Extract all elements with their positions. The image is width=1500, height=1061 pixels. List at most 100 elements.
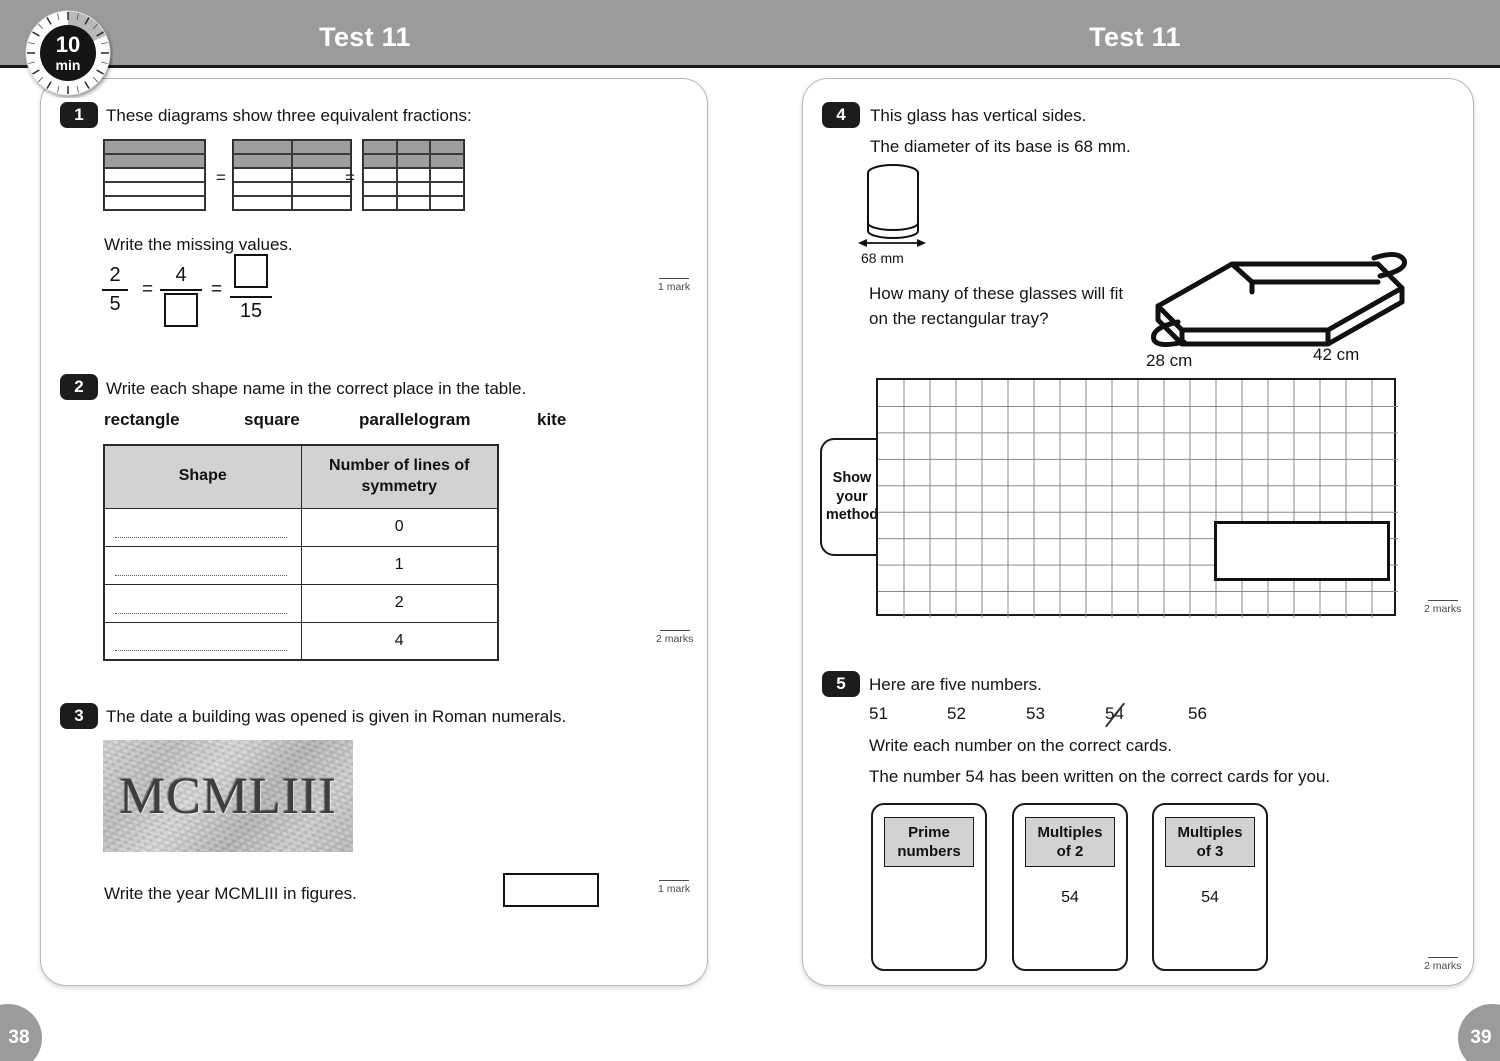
timer-value: 10 — [56, 32, 80, 57]
card-prime-numbers[interactable]: Prime numbers — [871, 803, 987, 971]
card-3-title-line1: Multiples — [1177, 824, 1243, 841]
worksheet-spread: Test 11 Test 11 10 min 1 These diagrams … — [0, 0, 1500, 1061]
table-row: 4 — [103, 621, 499, 661]
number-52: 52 — [947, 704, 966, 723]
glass-illustration — [862, 163, 924, 246]
fraction-cell — [363, 182, 397, 196]
card-1-title-line1: Prime — [908, 824, 950, 841]
fraction-diagram-equals-2: = — [345, 168, 355, 187]
number-51: 51 — [869, 704, 888, 723]
question-1-prompt: These diagrams show three equivalent fra… — [106, 106, 472, 125]
fraction-1: 2 5 — [102, 264, 128, 316]
question-5-instruction-2: The number 54 has been written on the co… — [869, 767, 1331, 786]
symmetry-lines-4: 4 — [300, 621, 499, 661]
page-number-right: 39 — [1458, 1004, 1500, 1061]
method-tab-line2: your — [836, 488, 868, 505]
fraction-equals-1: = — [142, 279, 154, 300]
question-5-prompt: Here are five numbers. — [869, 675, 1042, 694]
fraction-cell — [292, 182, 351, 196]
fraction-cell — [396, 196, 431, 210]
card-multiples-of-2-value: 54 — [1061, 889, 1079, 906]
fraction-cell — [233, 182, 292, 196]
question-4-ask-line2: on the rectangular tray? — [869, 309, 1049, 328]
page-number-left: 38 — [0, 1004, 42, 1061]
fraction-3-numerator-box[interactable] — [230, 254, 272, 294]
table-row: 2 — [103, 583, 499, 623]
fraction-cell — [104, 154, 205, 168]
question-4-answer-box[interactable] — [1214, 521, 1390, 581]
fraction-1-bar — [102, 289, 128, 291]
card-2-title-line2: of 2 — [1056, 843, 1084, 861]
timer-badge-icon: 10 min — [23, 8, 113, 98]
fraction-cell — [363, 168, 397, 182]
timer-unit: min — [56, 57, 81, 73]
shape-answer-blank-4[interactable] — [103, 621, 302, 661]
question-1-number: 1 — [60, 102, 98, 128]
card-prime-numbers-title: Prime numbers — [884, 817, 974, 868]
question-4-line1: This glass has vertical sides. — [870, 106, 1087, 125]
shape-word-rectangle: rectangle — [104, 410, 180, 429]
left-page-title: Test 11 — [319, 22, 411, 52]
question-1-marks: 1 mark — [658, 278, 690, 293]
question-2-marks: 2 marks — [656, 630, 693, 645]
symmetry-table-header-row: Shape Number of lines of symmetry — [103, 444, 499, 509]
right-page-title: Test 11 — [1089, 22, 1181, 52]
card-multiples-of-3[interactable]: Multiples of 3 54 — [1152, 803, 1268, 971]
shape-answer-blank-1[interactable] — [103, 507, 302, 547]
question-2-prompt: Write each shape name in the correct pla… — [106, 379, 527, 398]
fraction-cell — [292, 154, 351, 168]
card-multiples-of-3-value: 54 — [1201, 889, 1219, 906]
card-multiples-of-2[interactable]: Multiples of 2 54 — [1012, 803, 1128, 971]
fraction-diagram-1 — [103, 139, 206, 211]
fraction-cell — [104, 196, 205, 210]
fraction-cell — [292, 196, 351, 210]
card-1-title-line2: numbers — [897, 843, 961, 861]
fraction-cell — [363, 140, 397, 154]
card-multiples-of-3-title: Multiples of 3 — [1165, 817, 1255, 868]
fraction-cell — [233, 154, 292, 168]
symmetry-table-header-lines: Number of lines of symmetry — [300, 444, 499, 509]
table-row: 0 — [103, 507, 499, 547]
card-multiples-of-2-title: Multiples of 2 — [1025, 817, 1115, 868]
tray-width-label: 28 cm — [1146, 351, 1193, 370]
fraction-cell — [396, 154, 431, 168]
question-4-marks: 2 marks — [1424, 600, 1461, 615]
fraction-cell — [233, 168, 292, 182]
roman-numeral-stone-image: MCMLIII — [103, 740, 353, 852]
symmetry-table: Shape Number of lines of symmetry 0 1 2 … — [103, 444, 499, 662]
question-3-marks: 1 mark — [658, 880, 690, 895]
shape-word-parallelogram: parallelogram — [359, 410, 471, 429]
number-56: 56 — [1188, 704, 1207, 723]
method-tab-line3: method — [825, 507, 879, 524]
fraction-1-denominator: 5 — [109, 293, 121, 315]
shape-answer-blank-2[interactable] — [103, 545, 302, 585]
card-2-title-line1: Multiples — [1037, 824, 1103, 841]
question-3-number: 3 — [60, 703, 98, 729]
card-3-title-line2: of 3 — [1196, 843, 1224, 861]
fraction-cell — [292, 168, 351, 182]
fraction-diagram-2 — [232, 139, 352, 211]
fraction-equals-2: = — [211, 279, 223, 300]
symmetry-lines-3: 2 — [300, 583, 499, 623]
question-5-marks: 2 marks — [1424, 957, 1461, 972]
fraction-2: 4 — [160, 264, 202, 333]
question-3-answer-box[interactable] — [503, 873, 599, 907]
shape-word-kite: kite — [537, 410, 567, 429]
glass-diameter-label: 68 mm — [861, 250, 904, 266]
fraction-diagram-3 — [362, 139, 465, 211]
question-5-instruction-1: Write each number on the correct cards. — [869, 736, 1172, 755]
fraction-2-bar — [160, 289, 202, 291]
symmetry-table-header-shape: Shape — [103, 444, 302, 509]
fraction-cell — [430, 140, 464, 154]
fraction-cell — [104, 140, 205, 154]
shape-answer-blank-3[interactable] — [103, 583, 302, 623]
tray-length-label: 42 cm — [1313, 345, 1360, 364]
fraction-2-denominator-box[interactable] — [160, 293, 202, 333]
question-4-line2: The diameter of its base is 68 mm. — [870, 137, 1131, 156]
fraction-diagram-equals-1: = — [216, 168, 226, 187]
fraction-cell — [430, 196, 464, 210]
fraction-cell — [430, 168, 464, 182]
fraction-3-denominator: 15 — [239, 300, 263, 322]
question-4-ask-line1: How many of these glasses will fit — [869, 284, 1124, 303]
question-3-instruction: Write the year MCMLIII in figures. — [104, 884, 357, 903]
